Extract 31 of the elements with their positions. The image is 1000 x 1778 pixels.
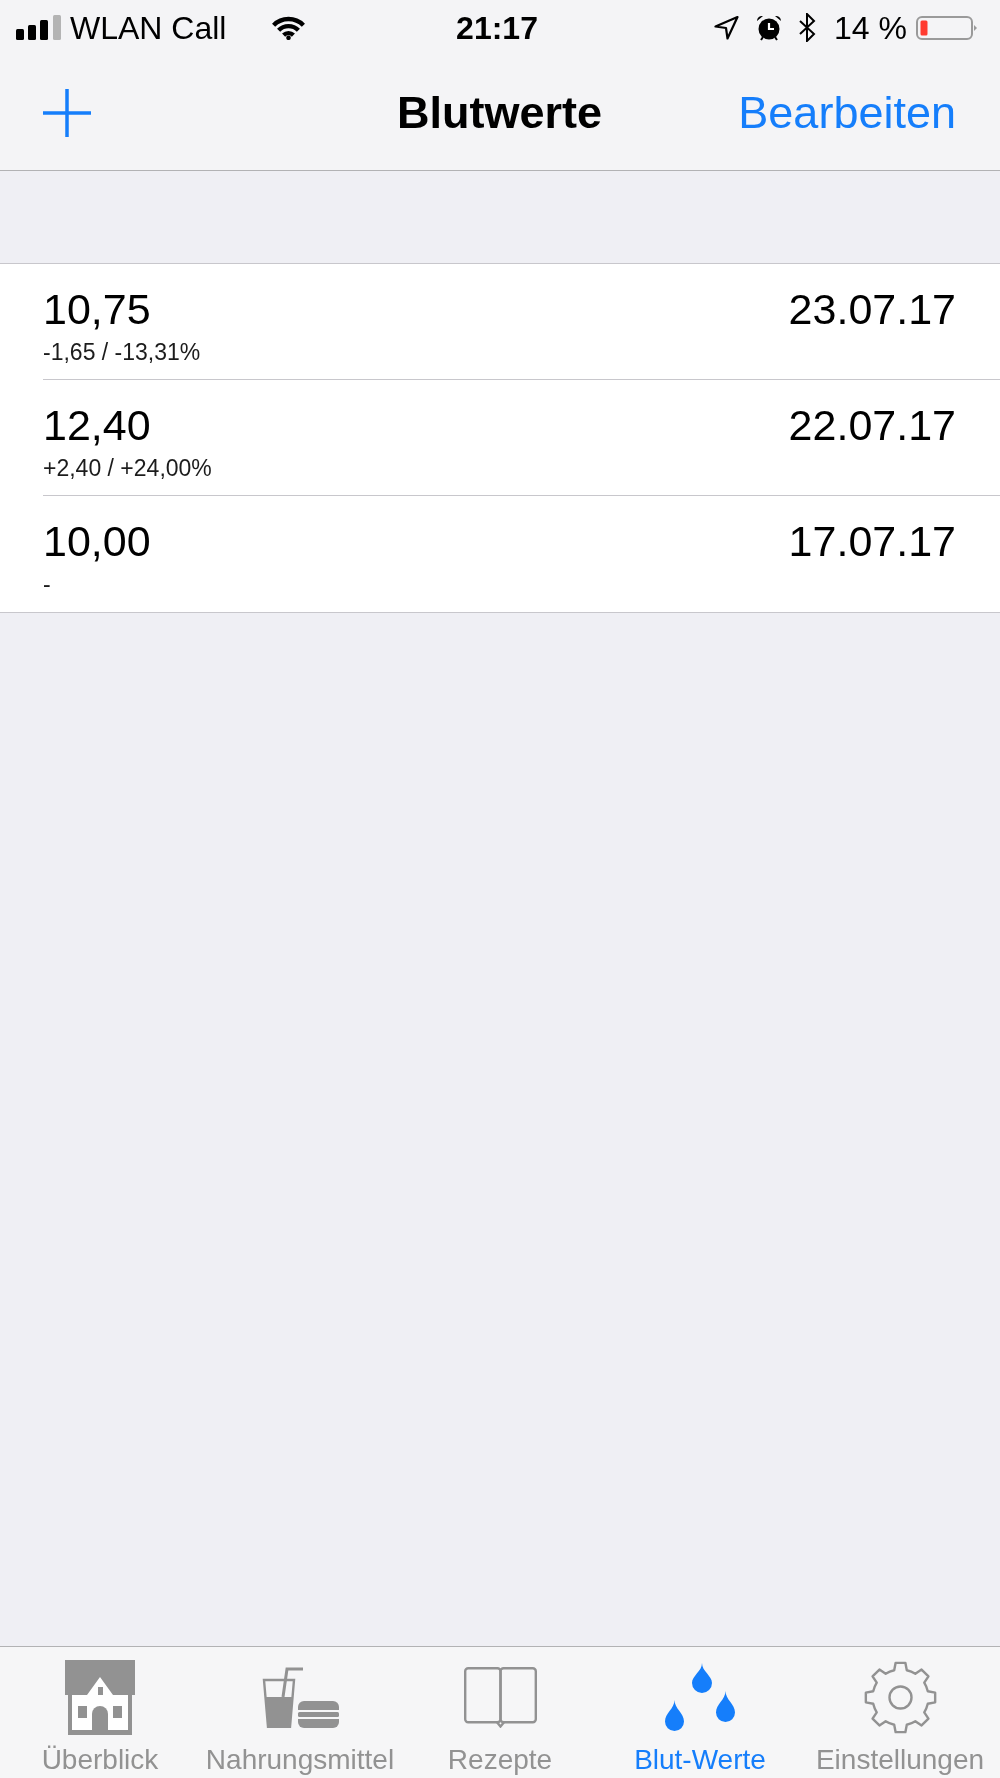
- drops-icon[interactable]: [665, 1663, 735, 1731]
- change-text: -: [43, 571, 51, 598]
- book-icon[interactable]: [463, 1666, 537, 1728]
- edit-button[interactable]: Bearbeiten: [738, 86, 956, 139]
- battery-icon: [916, 15, 978, 40]
- value-text: 10,00: [43, 517, 151, 565]
- tab[interactable]: Rezepte: [400, 1647, 600, 1778]
- location-arrow-icon: [714, 15, 740, 40]
- wifi-icon: [270, 15, 308, 40]
- date-text: 22.07.17: [788, 401, 956, 449]
- gear-icon[interactable]: [862, 1659, 938, 1735]
- date-text: 17.07.17: [788, 517, 956, 565]
- bluetooth-icon: [798, 13, 817, 42]
- tab[interactable]: Blut-Werte: [600, 1647, 800, 1778]
- signal-icon: [16, 15, 61, 40]
- value-text: 12,40: [43, 401, 151, 449]
- change-text: +2,40 / +24,00%: [43, 455, 212, 482]
- tab[interactable]: Überblick: [0, 1647, 200, 1778]
- add-button[interactable]: [43, 88, 91, 137]
- change-text: -1,65 / -13,31%: [43, 339, 201, 366]
- carrier-text: WLAN Call: [70, 9, 227, 46]
- clock-time: 21:17: [456, 9, 538, 46]
- tab[interactable]: Nahrungsmittel: [200, 1647, 400, 1778]
- house-icon[interactable]: [65, 1659, 135, 1735]
- value-text: 10,75: [43, 285, 151, 333]
- screen-title: Blutwerte: [397, 86, 602, 139]
- alarm-clock-icon: [755, 13, 784, 42]
- battery-percent: 14 %: [834, 9, 907, 46]
- date-text: 23.07.17: [788, 285, 956, 333]
- tab[interactable]: Einstellungen: [800, 1647, 1000, 1778]
- drink-burger-icon[interactable]: [261, 1666, 339, 1728]
